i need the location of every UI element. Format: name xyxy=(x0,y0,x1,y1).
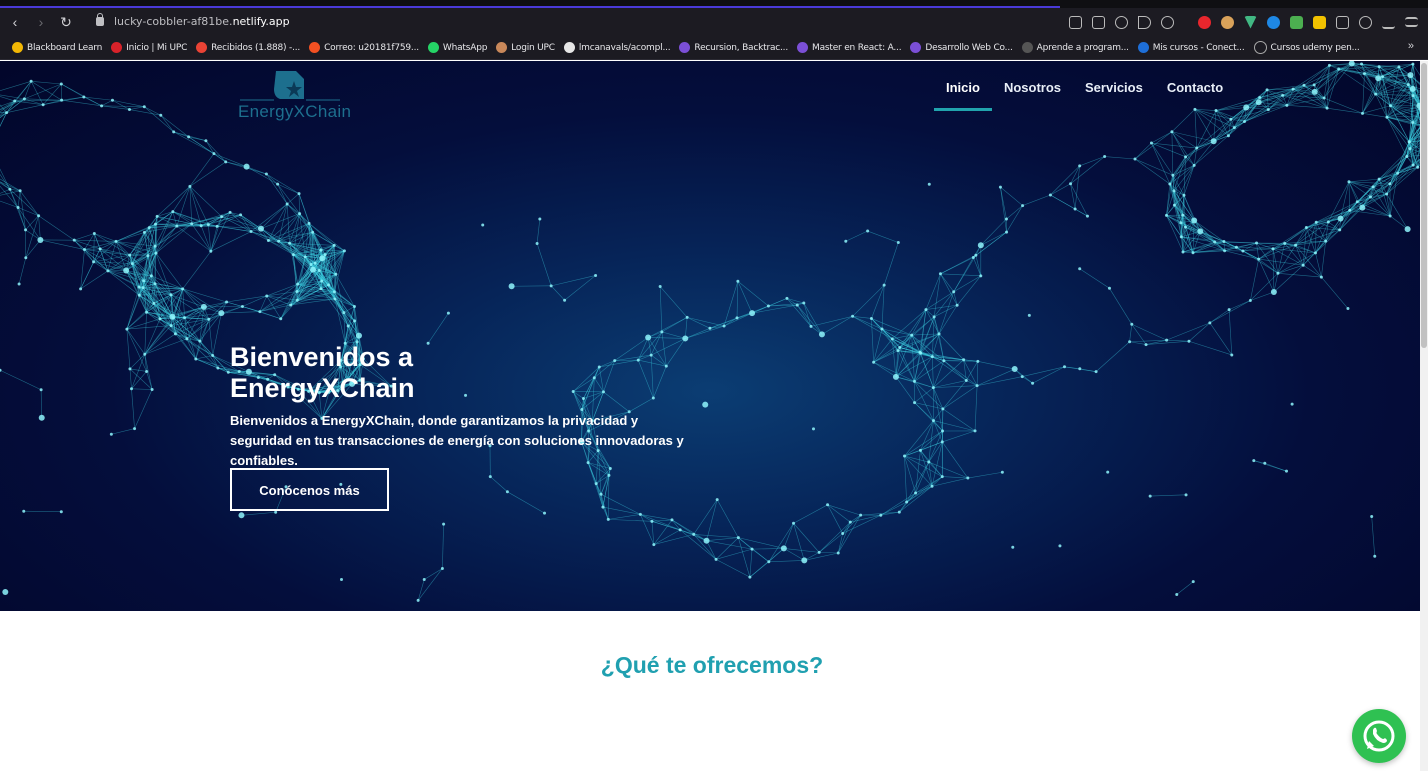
bookmark-item[interactable]: Correo: u20181f759... xyxy=(309,42,419,53)
extension-blue-icon[interactable] xyxy=(1267,15,1280,29)
nav-item-contacto[interactable]: Contacto xyxy=(1155,79,1235,111)
bookmark-favicon-icon xyxy=(196,42,208,53)
bookmark-favicon-icon xyxy=(309,42,321,53)
bookmark-item[interactable]: Login UPC xyxy=(496,42,555,53)
hero-section: EnergyXChain Inicio Nosotros Servicios Cont… xyxy=(0,61,1420,611)
profile-icon[interactable] xyxy=(1359,15,1372,29)
whatsapp-button[interactable] xyxy=(1352,709,1406,763)
bookmark-label: Recursion, Backtrac... xyxy=(694,42,789,53)
bookmark-favicon-icon xyxy=(797,42,809,53)
bookmark-favicon-icon xyxy=(910,42,922,53)
bookmark-label: lmcanavals/acompl... xyxy=(578,42,671,53)
bookmark-favicon-icon xyxy=(111,42,123,53)
bookmark-favicon-icon xyxy=(1137,42,1149,53)
network-background-illustration xyxy=(0,61,1420,602)
extension-yellow-icon[interactable] xyxy=(1313,15,1326,29)
bookmark-label: Login UPC xyxy=(511,42,555,53)
bookmark-item[interactable]: WhatsApp xyxy=(427,42,488,53)
shield-icon[interactable] xyxy=(1115,15,1128,29)
bookmark-item[interactable]: Blackboard Learn xyxy=(12,42,102,53)
bookmark-favicon-icon xyxy=(563,42,575,53)
bookmark-label: Aprende a program... xyxy=(1036,42,1129,53)
bookmark-favicon-icon xyxy=(1253,41,1267,54)
bookmark-label: Inicio | Mi UPC xyxy=(126,42,188,53)
extension-avatar-icon[interactable] xyxy=(1221,15,1234,29)
bookmark-item[interactable]: Recursion, Backtrac... xyxy=(679,42,788,53)
back-icon[interactable]: ‹ xyxy=(6,13,24,31)
send-icon[interactable] xyxy=(1138,15,1151,29)
bookmark-item[interactable]: Mis cursos - Conect... xyxy=(1137,42,1245,53)
bookmark-item[interactable]: Master en React: A... xyxy=(797,42,902,53)
nav-item-servicios[interactable]: Servicios xyxy=(1073,79,1155,111)
browser-toolbar: ‹ › ↻ lucky-cobbler-af81be.netlify.app xyxy=(0,8,1428,36)
bookmark-item[interactable]: Desarrollo Web Co... xyxy=(910,42,1013,53)
bookmark-label: Cursos udemy pen... xyxy=(1270,42,1360,53)
bookmark-item[interactable]: Cursos udemy pen... xyxy=(1253,41,1360,54)
logo-star-icon xyxy=(240,71,340,101)
hero-title: Bienvenidos a EnergyXChain xyxy=(230,342,415,403)
extensions-icon[interactable] xyxy=(1336,15,1349,29)
vue-devtools-icon[interactable] xyxy=(1244,15,1257,29)
address-bar[interactable]: lucky-cobbler-af81be.netlify.app xyxy=(96,13,290,30)
url-domain: netlify.app xyxy=(232,15,290,28)
bookmark-item[interactable]: Aprende a program... xyxy=(1021,42,1129,53)
forward-icon[interactable]: › xyxy=(32,13,50,31)
menu-icon[interactable] xyxy=(1405,17,1418,27)
nav-item-nosotros[interactable]: Nosotros xyxy=(992,79,1073,111)
bookmarks-overflow-icon[interactable]: » xyxy=(1408,40,1414,52)
main-nav: Inicio Nosotros Servicios Contacto xyxy=(934,79,1235,111)
bookmark-favicon-icon xyxy=(427,42,439,53)
bookmark-label: Recibidos (1.888) -... xyxy=(211,42,301,53)
bookmark-item[interactable]: lmcanavals/acompl... xyxy=(563,42,671,53)
bookmark-favicon-icon xyxy=(1021,42,1033,53)
bookmarks-bar: Blackboard Learn Inicio | Mi UPC Recibidos… xyxy=(0,36,1428,60)
nav-item-inicio[interactable]: Inicio xyxy=(934,79,992,111)
reload-icon[interactable]: ↻ xyxy=(57,13,75,31)
bookmark-label: Mis cursos - Conect... xyxy=(1152,42,1245,53)
screenshot-icon[interactable] xyxy=(1092,15,1105,29)
bookmark-label: WhatsApp xyxy=(442,42,488,53)
heart-icon[interactable] xyxy=(1161,15,1174,29)
download-icon[interactable] xyxy=(1382,16,1395,29)
bookmark-item[interactable]: Recibidos (1.888) -... xyxy=(196,42,300,53)
share-icon[interactable] xyxy=(1069,15,1082,29)
extension-new-icon[interactable] xyxy=(1290,15,1303,29)
lock-icon xyxy=(96,13,104,26)
bookmark-favicon-icon xyxy=(679,42,691,53)
bookmark-item[interactable]: Inicio | Mi UPC xyxy=(111,42,187,53)
bookmark-label: Blackboard Learn xyxy=(27,42,103,53)
bookmark-favicon-icon xyxy=(496,42,508,53)
logo-text: EnergyXChain xyxy=(238,102,352,121)
site-logo[interactable]: EnergyXChain xyxy=(238,69,352,125)
hero-subtitle: Bienvenidos a EnergyXChain, donde garant… xyxy=(230,413,684,468)
url-text: lucky-cobbler-af81be. xyxy=(114,15,233,28)
bookmark-label: Desarrollo Web Co... xyxy=(925,42,1013,53)
services-title: ¿Qué te ofrecemos? xyxy=(600,652,824,678)
learn-more-button[interactable]: Conócenos más xyxy=(230,468,389,511)
whatsapp-icon xyxy=(1363,720,1395,752)
browser-tab-strip xyxy=(0,0,1428,8)
extension-icons xyxy=(1069,14,1418,30)
bookmark-favicon-icon xyxy=(12,42,23,53)
bookmark-label: Correo: u20181f759... xyxy=(324,42,419,53)
extension-red-icon[interactable] xyxy=(1198,15,1211,29)
bookmark-label: Master en React: A... xyxy=(812,42,902,53)
